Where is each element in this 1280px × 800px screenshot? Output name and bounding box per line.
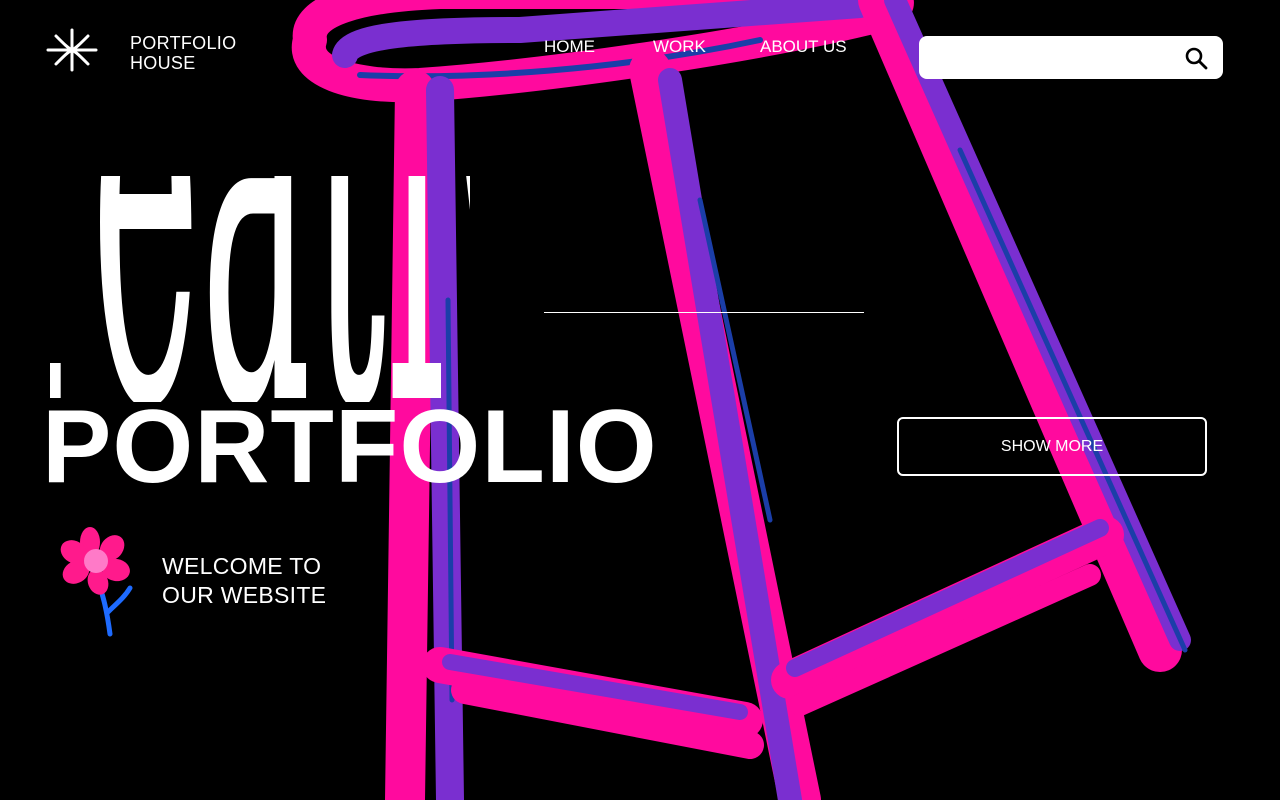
welcome-line-2: OUR WEBSITE — [162, 582, 327, 608]
nav-item-home[interactable]: HOME — [544, 37, 595, 57]
search-icon[interactable] — [1184, 46, 1208, 70]
brand-line-1: PORTFOLIO — [130, 33, 237, 53]
search-bar — [919, 36, 1223, 79]
flower-icon — [60, 527, 133, 637]
hero-script-word: Creative — [50, 176, 470, 402]
welcome-line-1: WELCOME TO — [162, 553, 322, 579]
brand-name[interactable]: PORTFOLIO HOUSE — [130, 33, 236, 73]
show-more-button[interactable]: SHOW MORE — [897, 417, 1207, 476]
search-input[interactable] — [933, 44, 1177, 73]
nav-item-work[interactable]: WORK — [653, 37, 706, 57]
welcome-text: WELCOME TO OUR WEBSITE — [162, 552, 326, 610]
brand-line-2: HOUSE — [130, 53, 196, 73]
hero-title: PORTFOLIO — [42, 389, 658, 505]
nav-item-about-us[interactable]: ABOUT US — [760, 37, 847, 57]
asterisk-sun-icon[interactable] — [46, 28, 98, 72]
hero-divider — [544, 312, 864, 313]
hero-script-word-text: Creative — [50, 176, 470, 402]
